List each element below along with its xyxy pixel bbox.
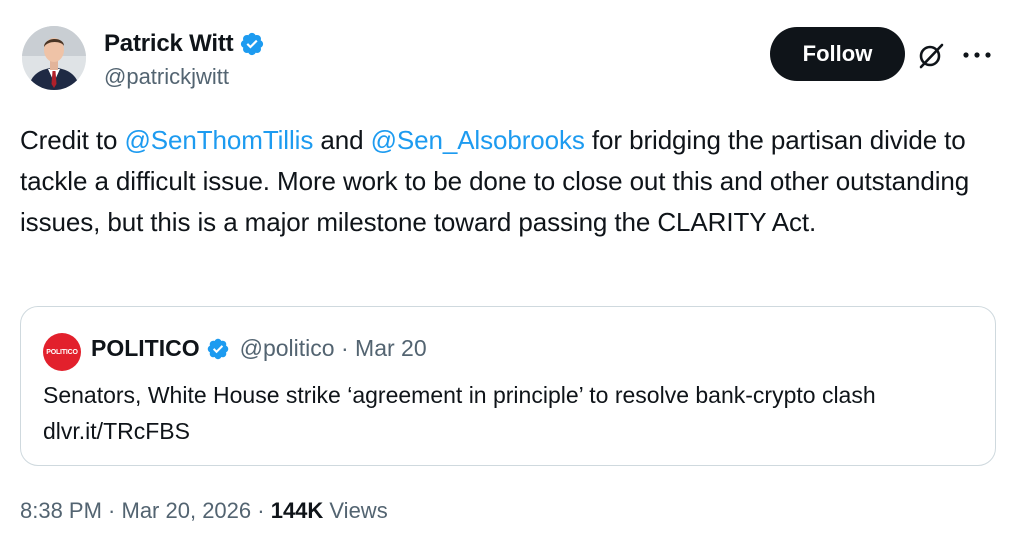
footer-separator: · bbox=[101, 498, 122, 523]
quote-date[interactable]: Mar 20 bbox=[355, 335, 427, 361]
views-count: 144K bbox=[270, 498, 324, 523]
quote-author-handle[interactable]: @politico bbox=[240, 335, 335, 361]
verified-badge-icon[interactable] bbox=[239, 31, 265, 57]
tweet-date[interactable]: Mar 20, 2026 bbox=[122, 498, 252, 523]
author-avatar[interactable] bbox=[22, 26, 86, 90]
quote-meta: @politico · Mar 20 bbox=[240, 335, 427, 362]
quote-author-name[interactable]: POLITICO bbox=[91, 335, 200, 362]
tweet-footer: 8:38 PM · Mar 20, 2026 · 144K Views bbox=[20, 498, 388, 524]
meta-separator: · bbox=[334, 335, 356, 361]
verified-badge-icon bbox=[206, 337, 230, 361]
tweet: Patrick Witt @patrickjwitt Follow Credit… bbox=[0, 0, 1024, 541]
quote-text: Senators, White House strike ‘agreement … bbox=[43, 382, 876, 444]
tweet-time[interactable]: 8:38 PM bbox=[20, 498, 102, 523]
politico-logo-text: POLITICO bbox=[46, 348, 78, 356]
quote-header: POLITICO @politico · Mar 20 bbox=[91, 335, 427, 362]
tweet-text-part: Credit to bbox=[20, 125, 125, 155]
more-horizontal-icon[interactable] bbox=[958, 40, 998, 70]
mention-link[interactable]: @SenThomTillis bbox=[125, 125, 314, 155]
follow-button[interactable]: Follow bbox=[770, 27, 905, 81]
tweet-text: Credit to @SenThomTillis and @Sen_Alsobr… bbox=[20, 120, 1010, 243]
author-avatar-image bbox=[22, 26, 86, 90]
mention-link[interactable]: @Sen_Alsobrooks bbox=[371, 125, 585, 155]
quote-avatar[interactable]: POLITICO bbox=[43, 333, 81, 371]
author-handle[interactable]: @patrickjwitt bbox=[104, 64, 229, 90]
views-label: Views bbox=[323, 498, 388, 523]
grok-icon[interactable] bbox=[916, 40, 946, 70]
author-name[interactable]: Patrick Witt bbox=[104, 30, 234, 58]
footer-separator: · bbox=[251, 498, 271, 523]
quoted-tweet-card[interactable]: POLITICO POLITICO @politico · Mar 20 Sen… bbox=[20, 306, 996, 466]
author-name-row: Patrick Witt bbox=[104, 30, 265, 58]
tweet-text-part: and bbox=[313, 125, 371, 155]
